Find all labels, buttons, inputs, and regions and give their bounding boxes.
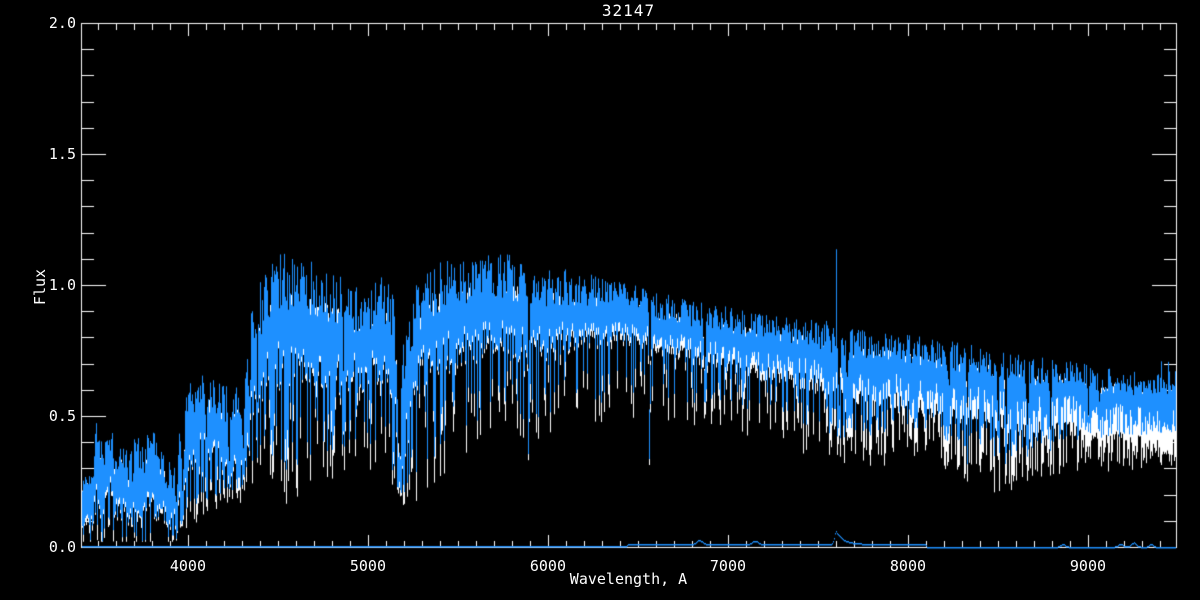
- y-tick-label: 0.0: [2, 538, 76, 556]
- x-tick-label: 9000: [1048, 557, 1128, 575]
- x-tick-label: 6000: [508, 557, 588, 575]
- x-axis-label: Wavelength, A: [81, 570, 1176, 588]
- y-tick-label: 2.0: [2, 14, 76, 32]
- y-tick-label: 0.5: [2, 407, 76, 425]
- y-tick-label: 1.0: [2, 276, 76, 294]
- x-tick-label: 7000: [688, 557, 768, 575]
- plot-title: 32147: [81, 1, 1176, 20]
- x-tick-label: 5000: [328, 557, 408, 575]
- x-tick-label: 4000: [148, 557, 228, 575]
- x-tick-label: 8000: [868, 557, 948, 575]
- spectrum-plot-window: 32147 Wavelength, A Flux 400050006000700…: [0, 0, 1200, 600]
- spectrum-plot-canvas: [0, 0, 1200, 600]
- y-tick-label: 1.5: [2, 145, 76, 163]
